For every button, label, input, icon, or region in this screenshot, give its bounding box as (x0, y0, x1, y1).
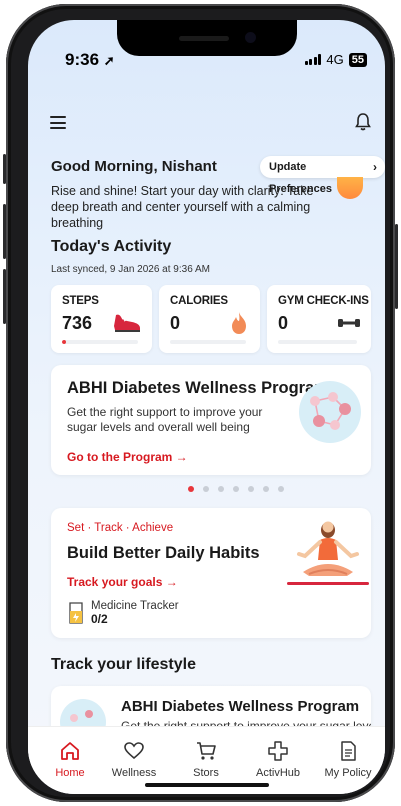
habits-title: Build Better Daily Habits (67, 544, 260, 562)
app-screen: 9:36 ➚ 4G 55 Good Morning, Nishant Updat… (28, 20, 385, 794)
track-lifestyle-title: Track your lifestyle (51, 656, 196, 673)
document-icon (316, 739, 380, 763)
mute-switch (3, 154, 6, 184)
carousel-dot[interactable] (218, 486, 224, 492)
lifestyle-card-title: ABHI Diabetes Wellness Program (121, 698, 360, 715)
power-button (395, 224, 398, 309)
nav-home[interactable]: Home (38, 739, 102, 779)
home-icon (38, 739, 102, 763)
volume-up-button (3, 204, 6, 259)
steps-card[interactable]: STEPS 736 (51, 285, 152, 353)
heart-icon (102, 739, 166, 763)
diabetes-program-card[interactable]: ABHI Diabetes Wellness Program Get the r… (51, 365, 371, 475)
calories-card[interactable]: CALORIES 0 (159, 285, 260, 353)
gym-progress-bar (278, 340, 357, 344)
nav-activhub[interactable]: ActivHub (246, 739, 310, 779)
gym-checkins-card[interactable]: GYM CHECK-INS 0 (267, 285, 371, 353)
network-label: 4G (326, 52, 344, 67)
habits-tagline: Set · Track · Achieve (67, 522, 174, 534)
volume-down-button (3, 269, 6, 324)
medicine-tracker-value: 0/2 (91, 612, 108, 626)
medicine-tracker[interactable]: Medicine Tracker 0/2 (67, 600, 179, 626)
gym-checkins-value: 0 (278, 313, 289, 333)
yoga-meditation-illustration (285, 516, 371, 593)
signal-icon (304, 54, 322, 65)
cart-icon (174, 739, 238, 763)
steps-label: STEPS (62, 295, 99, 307)
track-goals-link[interactable]: Track your goals → (67, 575, 178, 589)
nav-my-policy-label: My Policy (324, 767, 372, 779)
steps-value: 736 (62, 313, 93, 333)
phone-frame: 9:36 ➚ 4G 55 Good Morning, Nishant Updat… (3, 4, 398, 802)
nav-wellness-label: Wellness (111, 767, 157, 779)
notch (117, 20, 297, 56)
carousel-dots[interactable] (188, 486, 284, 492)
hamburger-menu-icon[interactable] (50, 116, 66, 133)
status-time: 9:36 ➚ (65, 50, 115, 69)
nav-activhub-label: ActivHub (255, 767, 301, 779)
steps-progress-bar (62, 340, 138, 344)
greeting-title: Good Morning, Nishant (51, 158, 217, 175)
notification-bell-icon[interactable] (355, 112, 371, 137)
carousel-dot[interactable] (248, 486, 254, 492)
calories-value: 0 (170, 313, 181, 333)
sneaker-icon (112, 311, 142, 338)
nav-my-policy[interactable]: My Policy (316, 739, 380, 779)
greeting-description: Rise and shine! Start your day with clar… (51, 184, 314, 230)
carousel-dot[interactable] (203, 486, 209, 492)
carousel-dot[interactable] (188, 486, 194, 492)
calories-progress-bar (170, 340, 246, 344)
calories-label: CALORIES (170, 295, 228, 307)
nav-home-label: Home (55, 767, 85, 779)
wellness-network-illustration-icon (297, 379, 363, 450)
program-subtitle: Get the right support to improve your su… (67, 405, 263, 434)
daily-habits-card[interactable]: Set · Track · Achieve Build Better Daily… (51, 508, 371, 638)
chevron-right-icon: › (373, 160, 377, 174)
medicine-tracker-icon (69, 602, 83, 624)
carousel-dot[interactable] (278, 486, 284, 492)
update-preferences-button[interactable]: Update Preferences › (260, 156, 385, 195)
program-title: ABHI Diabetes Wellness Program (67, 379, 329, 397)
todays-activity-title: Today's Activity (51, 238, 172, 255)
go-to-program-link[interactable]: Go to the Program → (67, 450, 188, 464)
carousel-dot[interactable] (263, 486, 269, 492)
medicine-tracker-label: Medicine Tracker (91, 600, 179, 612)
gym-checkins-label: GYM CHECK-INS (278, 295, 369, 307)
plus-icon (246, 739, 310, 763)
carousel-dot[interactable] (233, 486, 239, 492)
flame-icon (228, 311, 250, 340)
status-bar-right: 4G 55 (304, 52, 367, 67)
last-synced-text: Last synced, 9 Jan 2026 at 9:36 AM (51, 264, 210, 275)
battery-icon: 55 (348, 52, 367, 67)
nav-stores-label: Stors (193, 767, 219, 779)
nav-wellness[interactable]: Wellness (102, 739, 166, 779)
nav-stores[interactable]: Stors (174, 739, 238, 779)
sun-illustration-icon (337, 177, 363, 199)
home-indicator[interactable] (145, 783, 269, 787)
dumbbell-icon (337, 316, 361, 335)
